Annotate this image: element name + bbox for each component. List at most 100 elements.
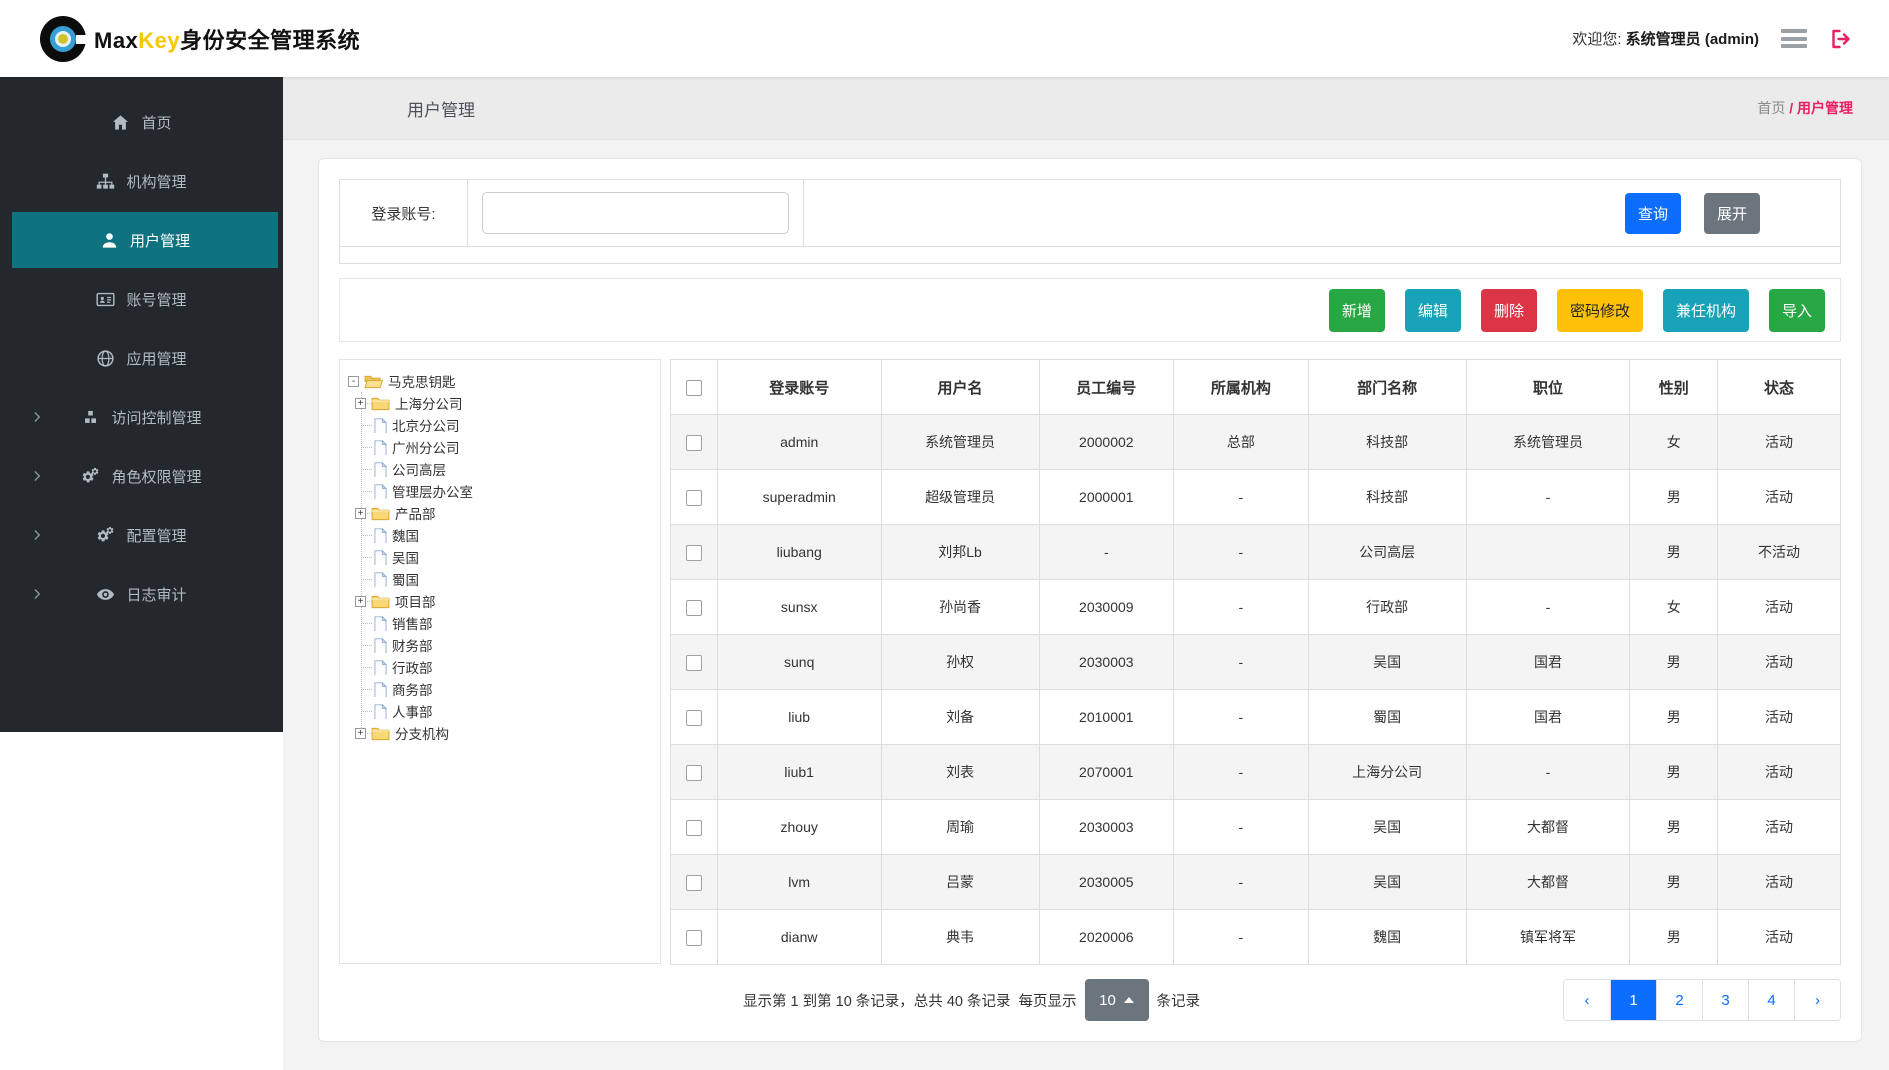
tree-node[interactable]: 魏国 bbox=[348, 524, 652, 546]
table-row[interactable]: dianw典韦 2020006- 魏国镇军将军 男活动 bbox=[671, 910, 1841, 965]
pagination-next[interactable]: › bbox=[1794, 980, 1840, 1020]
org-tree: - 马克思钥匙 + 上海分公司 北京分公司 bbox=[348, 370, 652, 744]
pagination-page-4[interactable]: 4 bbox=[1748, 980, 1794, 1020]
pagination-page-2[interactable]: 2 bbox=[1656, 980, 1702, 1020]
tree-node[interactable]: 销售部 bbox=[348, 612, 652, 634]
expand-expander-icon[interactable]: + bbox=[355, 728, 366, 739]
org-tree-panel: - 马克思钥匙 + 上海分公司 北京分公司 bbox=[339, 359, 661, 964]
query-button[interactable]: 查询 bbox=[1625, 193, 1681, 234]
id-card-icon bbox=[96, 290, 115, 309]
row-checkbox[interactable] bbox=[686, 655, 702, 671]
file-icon bbox=[374, 638, 387, 653]
sidebar-item-audit-log[interactable]: 日志审计 bbox=[0, 566, 283, 622]
table-row[interactable]: lvm吕蒙 2030005- 吴国大都督 男活动 bbox=[671, 855, 1841, 910]
table-row[interactable]: sunq孙权 2030003- 吴国国君 男活动 bbox=[671, 635, 1841, 690]
home-icon bbox=[111, 113, 130, 132]
table-row[interactable]: admin系统管理员 2000002总部 科技部系统管理员 女活动 bbox=[671, 415, 1841, 470]
folder-icon bbox=[371, 396, 390, 411]
current-user: 系统管理员 (admin) bbox=[1626, 31, 1759, 48]
add-button[interactable]: 新增 bbox=[1329, 289, 1385, 332]
hamburger-icon[interactable] bbox=[1781, 29, 1807, 48]
tree-node[interactable]: 人事部 bbox=[348, 700, 652, 722]
tree-node[interactable]: 行政部 bbox=[348, 656, 652, 678]
chevron-right-icon bbox=[30, 469, 44, 483]
sidebar-item-user-management[interactable]: 用户管理 bbox=[12, 212, 278, 268]
table-row[interactable]: sunsx孙尚香 2030009- 行政部- 女活动 bbox=[671, 580, 1841, 635]
breadcrumb-home-link[interactable]: 首页 bbox=[1757, 100, 1785, 116]
row-checkbox[interactable] bbox=[686, 545, 702, 561]
edit-button[interactable]: 编辑 bbox=[1405, 289, 1461, 332]
tree-node[interactable]: 北京分公司 bbox=[348, 414, 652, 436]
pagination-prev[interactable]: ‹ bbox=[1564, 980, 1610, 1020]
col-employee-id: 员工编号 bbox=[1039, 360, 1174, 415]
row-checkbox[interactable] bbox=[686, 930, 702, 946]
table-header-row: 登录账号 用户名 员工编号 所属机构 部门名称 职位 性别 状态 bbox=[671, 360, 1841, 415]
tree-node[interactable]: + 分支机构 bbox=[348, 722, 652, 744]
records-info: 显示第 1 到第 10 条记录，总共 40 条记录 每页显示 10 条记录 bbox=[743, 979, 1200, 1021]
collapse-expander-icon[interactable]: - bbox=[348, 376, 359, 387]
row-checkbox[interactable] bbox=[686, 710, 702, 726]
row-checkbox[interactable] bbox=[686, 435, 702, 451]
change-password-button[interactable]: 密码修改 bbox=[1557, 289, 1643, 332]
sidebar-item-home[interactable]: 首页 bbox=[0, 94, 283, 150]
row-checkbox[interactable] bbox=[686, 765, 702, 781]
tree-node[interactable]: 蜀国 bbox=[348, 568, 652, 590]
tree-node[interactable]: 广州分公司 bbox=[348, 436, 652, 458]
delete-button[interactable]: 删除 bbox=[1481, 289, 1537, 332]
col-organization: 所属机构 bbox=[1174, 360, 1309, 415]
cubes-icon bbox=[81, 408, 100, 427]
page-size-dropdown[interactable]: 10 bbox=[1085, 979, 1149, 1021]
table-row[interactable]: liubang刘邦Lb -- 公司高层 男不活动 bbox=[671, 525, 1841, 580]
sidebar-item-account-management[interactable]: 账号管理 bbox=[0, 271, 283, 327]
col-gender: 性别 bbox=[1630, 360, 1718, 415]
sidebar-item-config-management[interactable]: 配置管理 bbox=[0, 507, 283, 563]
file-icon bbox=[374, 682, 387, 697]
tree-node[interactable]: 公司高层 bbox=[348, 458, 652, 480]
breadcrumb-current: 用户管理 bbox=[1797, 100, 1853, 116]
import-button[interactable]: 导入 bbox=[1769, 289, 1825, 332]
tree-node[interactable]: + 项目部 bbox=[348, 590, 652, 612]
col-status: 状态 bbox=[1718, 360, 1841, 415]
folder-icon bbox=[371, 594, 390, 609]
sidebar-item-role-permissions[interactable]: 角色权限管理 bbox=[0, 448, 283, 504]
pagination-page-3[interactable]: 3 bbox=[1702, 980, 1748, 1020]
tree-node-root[interactable]: - 马克思钥匙 bbox=[348, 370, 652, 392]
tree-node[interactable]: 吴国 bbox=[348, 546, 652, 568]
file-icon bbox=[374, 484, 387, 499]
row-checkbox[interactable] bbox=[686, 490, 702, 506]
tree-node[interactable]: + 上海分公司 bbox=[348, 392, 652, 414]
file-icon bbox=[374, 660, 387, 675]
file-icon bbox=[374, 418, 387, 433]
tree-node[interactable]: 财务部 bbox=[348, 634, 652, 656]
expand-expander-icon[interactable]: + bbox=[355, 398, 366, 409]
table-row[interactable]: liub刘备 2010001- 蜀国国君 男活动 bbox=[671, 690, 1841, 745]
row-checkbox[interactable] bbox=[686, 820, 702, 836]
table-row[interactable]: superadmin超级管理员 2000001- 科技部- 男活动 bbox=[671, 470, 1841, 525]
page-header-bar: 用户管理 首页 / 用户管理 bbox=[283, 77, 1889, 140]
welcome-text: 欢迎您: 系统管理员 (admin) bbox=[1572, 28, 1759, 49]
table-row[interactable]: zhouy周瑜 2030003- 吴国大都督 男活动 bbox=[671, 800, 1841, 855]
sign-out-icon[interactable] bbox=[1829, 27, 1853, 51]
tree-node[interactable]: + 产品部 bbox=[348, 502, 652, 524]
tree-node[interactable]: 商务部 bbox=[348, 678, 652, 700]
gears-icon bbox=[81, 467, 100, 486]
chevron-right-icon bbox=[30, 410, 44, 424]
select-all-checkbox[interactable] bbox=[686, 380, 702, 396]
sidebar-item-org-management[interactable]: 机构管理 bbox=[0, 153, 283, 209]
expand-button[interactable]: 展开 bbox=[1704, 193, 1760, 234]
sidebar-item-app-management[interactable]: 应用管理 bbox=[0, 330, 283, 386]
expand-expander-icon[interactable]: + bbox=[355, 596, 366, 607]
sitemap-icon bbox=[96, 172, 115, 191]
col-position: 职位 bbox=[1466, 360, 1630, 415]
chevron-right-icon bbox=[30, 528, 44, 542]
expand-expander-icon[interactable]: + bbox=[355, 508, 366, 519]
login-account-input[interactable] bbox=[482, 192, 789, 234]
concurrent-org-button[interactable]: 兼任机构 bbox=[1663, 289, 1749, 332]
row-checkbox[interactable] bbox=[686, 875, 702, 891]
table-row[interactable]: liub1刘表 2070001- 上海分公司- 男活动 bbox=[671, 745, 1841, 800]
sidebar-item-access-control[interactable]: 访问控制管理 bbox=[0, 389, 283, 445]
app-title: MaxKey身份安全管理系统 bbox=[94, 23, 360, 55]
pagination-page-1[interactable]: 1 bbox=[1610, 980, 1656, 1020]
row-checkbox[interactable] bbox=[686, 600, 702, 616]
tree-node[interactable]: 管理层办公室 bbox=[348, 480, 652, 502]
